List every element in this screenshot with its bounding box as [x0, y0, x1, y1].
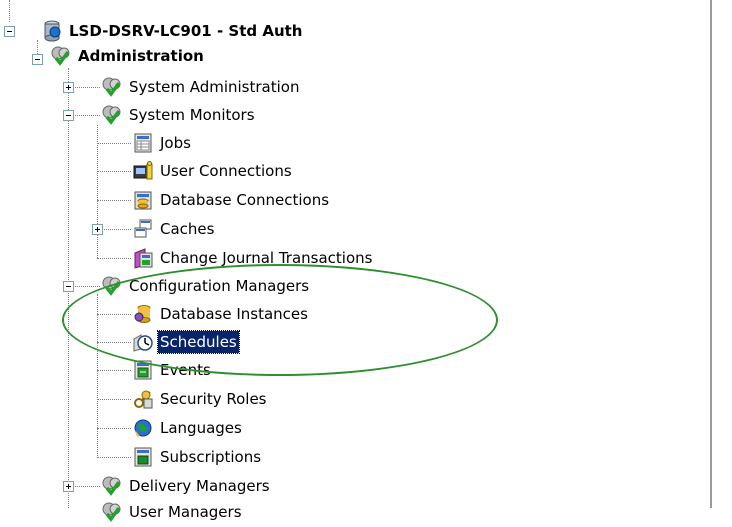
tree-node-label: Jobs: [160, 134, 191, 152]
security-roles-icon: [132, 388, 154, 410]
tree-node-label: Subscriptions: [160, 448, 262, 466]
tree-node-label: LSD-DSRV-LC901 - Std Auth: [69, 22, 303, 40]
languages-globe-icon: [132, 417, 154, 439]
tree-node-languages[interactable]: Languages: [132, 415, 244, 441]
expand-toggle-caches[interactable]: [92, 224, 103, 235]
tree-node-label: Security Roles: [160, 390, 267, 408]
tree-node-user-connections[interactable]: User Connections: [132, 158, 294, 184]
right-pane-edge: [710, 0, 732, 508]
collapse-toggle-configuration-managers[interactable]: [63, 281, 74, 292]
tree-line: [97, 294, 98, 458]
database-instances-icon: [132, 303, 154, 325]
subscriptions-icon: [132, 446, 154, 468]
tree-line: [97, 457, 131, 458]
tree-node-change-journal-transactions[interactable]: Change Journal Transactions: [132, 245, 374, 271]
tree-line: [97, 143, 131, 144]
tree-node-security-roles[interactable]: Security Roles: [132, 386, 269, 412]
tree-node-label: User Managers: [129, 503, 242, 521]
database-connections-icon: [132, 189, 154, 211]
collapse-toggle-server[interactable]: [4, 26, 15, 37]
gear-check-icon: [50, 45, 72, 67]
tree-node-events[interactable]: Events: [132, 357, 213, 383]
gear-check-icon: [101, 76, 123, 98]
tree-line: [97, 200, 131, 201]
gear-check-icon: [101, 475, 123, 497]
tree-line: [97, 370, 131, 371]
navigation-tree: LSD-DSRV-LC901 - Std Auth Administration…: [0, 0, 710, 522]
tree-node-label: Delivery Managers: [129, 477, 270, 495]
tree-node-label: Languages: [160, 419, 242, 437]
tree-node-label: System Administration: [129, 78, 300, 96]
tree-node-administration[interactable]: Administration: [50, 43, 206, 69]
tree-node-label: Database Instances: [160, 305, 308, 323]
tree-line: [97, 342, 131, 343]
expand-toggle-delivery-managers[interactable]: [63, 481, 74, 492]
gear-check-icon: [101, 501, 123, 523]
tree-node-jobs[interactable]: Jobs: [132, 130, 193, 156]
collapse-toggle-administration[interactable]: [32, 54, 43, 65]
tree-line: [97, 428, 131, 429]
tree-node-label: Caches: [160, 220, 215, 238]
tree-node-user-managers[interactable]: User Managers: [101, 499, 244, 525]
tree-line: [97, 399, 131, 400]
tree-node-label: Configuration Managers: [129, 277, 310, 295]
tree-node-database-instances[interactable]: Database Instances: [132, 301, 310, 327]
tree-line: [97, 125, 98, 258]
change-journal-icon: [132, 247, 154, 269]
expand-toggle-system-administration[interactable]: [63, 82, 74, 93]
jobs-monitor-icon: [132, 132, 154, 154]
tree-node-server[interactable]: LSD-DSRV-LC901 - Std Auth: [41, 18, 304, 44]
tree-node-database-connections[interactable]: Database Connections: [132, 187, 331, 213]
tree-node-delivery-managers[interactable]: Delivery Managers: [101, 473, 272, 499]
gear-check-icon: [101, 104, 123, 126]
tree-node-system-administration[interactable]: System Administration: [101, 74, 301, 100]
tree-node-system-monitors[interactable]: System Monitors: [101, 102, 257, 128]
tree-node-label: Schedules: [157, 330, 240, 354]
collapse-toggle-system-monitors[interactable]: [63, 110, 74, 121]
tree-line: [97, 171, 131, 172]
user-connections-icon: [132, 160, 154, 182]
tree-node-subscriptions[interactable]: Subscriptions: [132, 444, 263, 470]
server-icon: [41, 20, 63, 42]
tree-line: [9, 0, 10, 22]
gear-check-icon: [101, 275, 123, 297]
tree-node-label: Events: [160, 361, 211, 379]
tree-line: [97, 258, 131, 259]
tree-node-label: User Connections: [160, 162, 292, 180]
tree-node-caches[interactable]: Caches: [132, 216, 216, 242]
caches-icon: [132, 218, 154, 240]
tree-node-label: Database Connections: [160, 191, 330, 209]
tree-node-configuration-managers[interactable]: Configuration Managers: [101, 273, 311, 299]
tree-node-label: Change Journal Transactions: [160, 249, 373, 267]
schedules-clock-icon: [132, 331, 154, 353]
tree-node-schedules[interactable]: Schedules: [132, 329, 240, 355]
tree-node-label: Administration: [78, 47, 204, 65]
tree-node-label: System Monitors: [129, 106, 255, 124]
events-icon: [132, 359, 154, 381]
tree-line: [97, 314, 131, 315]
